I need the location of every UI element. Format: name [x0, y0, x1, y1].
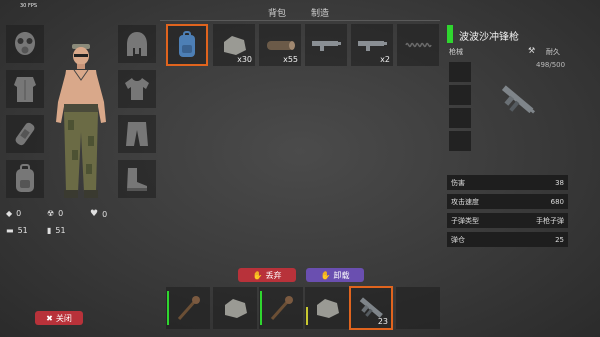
- close-button[interactable]: ✖ 关闭: [35, 311, 83, 325]
- bandage-icon: [15, 122, 35, 146]
- hand-icon: ✋: [320, 270, 331, 280]
- stat-row-magazine: 弹仓 25: [447, 232, 568, 247]
- pants-icon: [126, 122, 148, 146]
- stat-value: 手枪子弹: [536, 216, 564, 225]
- pants-slot[interactable]: [118, 115, 156, 153]
- attachment-slot[interactable]: [449, 85, 471, 105]
- stat-value: 680: [550, 197, 564, 206]
- fps-counter: 30 FPS: [20, 3, 38, 9]
- character-model: [50, 40, 112, 200]
- hand-icon: ✋: [252, 270, 263, 280]
- radiation-icon: ☢: [47, 209, 55, 218]
- item-category: 枪械: [449, 48, 463, 56]
- ammo-count: 23: [377, 317, 388, 326]
- tab-crafting[interactable]: 制造: [311, 6, 329, 19]
- stat-row-ammo-type: 子弹类型 手枪子弹: [447, 213, 568, 228]
- durability-value: 498/500: [536, 61, 566, 69]
- durability-bar: [306, 307, 308, 325]
- close-label: 关闭: [55, 313, 72, 323]
- spring-icon: [405, 42, 432, 48]
- item-name: 波波沙冲锋枪: [459, 32, 519, 43]
- item-quantity: x30: [237, 55, 252, 64]
- durability-label: 耐久: [546, 48, 560, 56]
- gas-mask-icon: [15, 32, 35, 55]
- boots-slot[interactable]: [118, 160, 156, 198]
- leg-slot[interactable]: [6, 115, 44, 153]
- stone-icon: [225, 299, 247, 318]
- durability-bar: [260, 291, 262, 325]
- inventory-slot[interactable]: [166, 24, 208, 66]
- drop-button[interactable]: ✋ 丢弃: [238, 268, 296, 282]
- attachment-slot[interactable]: [449, 62, 471, 82]
- drop-label: 丢弃: [265, 270, 282, 280]
- inventory-slot[interactable]: [397, 24, 439, 66]
- hotbar-slot[interactable]: [396, 287, 440, 329]
- hammer-icon: ⚒: [528, 46, 536, 55]
- radiation-value: 0: [58, 209, 64, 218]
- food-value: 51: [17, 226, 28, 235]
- item-rarity-bar: [447, 25, 453, 43]
- water-stat: ▮ 51: [47, 226, 66, 235]
- gun-icon: [312, 41, 341, 51]
- stat-value: 25: [555, 235, 564, 244]
- tab-divider: [160, 20, 440, 21]
- stat-label: 子弹类型: [451, 216, 479, 225]
- attachment-slot[interactable]: [449, 108, 471, 128]
- backpack-icon: [16, 164, 34, 192]
- stat-row-damage: 伤害 38: [447, 175, 568, 190]
- close-icon: ✖: [46, 313, 53, 323]
- item-quantity: x2: [380, 55, 390, 64]
- unload-label: 卸载: [333, 270, 350, 280]
- stat-label: 伤害: [451, 178, 465, 187]
- item-quantity: x55: [283, 55, 298, 64]
- stat-row-attack-speed: 攻击速度 680: [447, 194, 568, 209]
- food-icon: ▬: [6, 226, 14, 235]
- durability-bar: [167, 291, 169, 325]
- hotbar-slot[interactable]: [213, 287, 257, 329]
- inventory-slot[interactable]: x55: [259, 24, 301, 66]
- shirt-slot[interactable]: [118, 70, 156, 108]
- health-value: 0: [102, 209, 108, 219]
- water-value: 51: [55, 226, 66, 235]
- smg-icon: [501, 85, 536, 114]
- stat-label: 攻击速度: [451, 197, 479, 206]
- inventory-slot[interactable]: x30: [213, 24, 255, 66]
- hotbar-slot[interactable]: [259, 287, 303, 329]
- shirt-icon: [125, 78, 149, 100]
- heart-icon: ♥: [90, 209, 99, 219]
- backpack-slot[interactable]: [6, 160, 44, 198]
- item-preview: [495, 78, 539, 126]
- water-icon: ▮: [47, 226, 52, 235]
- hotbar-slot[interactable]: [166, 287, 210, 329]
- hotbar-slot[interactable]: [305, 287, 349, 329]
- inventory-slot[interactable]: x2: [351, 24, 393, 66]
- tab-backpack[interactable]: 背包: [268, 6, 286, 19]
- backpack-icon: [179, 31, 195, 57]
- food-stat: ▬ 51: [6, 226, 28, 235]
- gun-icon: [358, 41, 387, 51]
- attachment-slot[interactable]: [449, 131, 471, 151]
- radiation-stat: ☢ 0: [47, 209, 63, 218]
- armor-stat: ◆ 0: [6, 209, 21, 218]
- armor-value: 0: [16, 209, 22, 218]
- hotbar-slot-selected[interactable]: 23: [349, 286, 393, 330]
- helmet-icon: [127, 32, 147, 56]
- helmet-slot[interactable]: [118, 25, 156, 63]
- armor-icon: ◆: [6, 209, 13, 218]
- stone-icon: [224, 36, 246, 55]
- inventory-slot[interactable]: [305, 24, 347, 66]
- unload-button[interactable]: ✋ 卸载: [306, 268, 364, 282]
- log-icon: [267, 41, 295, 50]
- gas-mask-slot[interactable]: [6, 25, 44, 63]
- stat-value: 38: [555, 178, 564, 187]
- boots-icon: [127, 168, 147, 191]
- torso-icon: [14, 77, 36, 102]
- stat-label: 弹仓: [451, 235, 465, 244]
- health-stat: ♥ 0: [90, 209, 107, 219]
- torso-slot[interactable]: [6, 70, 44, 108]
- stone-icon: [317, 299, 339, 318]
- torch-icon: [270, 296, 293, 320]
- torch-icon: [177, 296, 200, 320]
